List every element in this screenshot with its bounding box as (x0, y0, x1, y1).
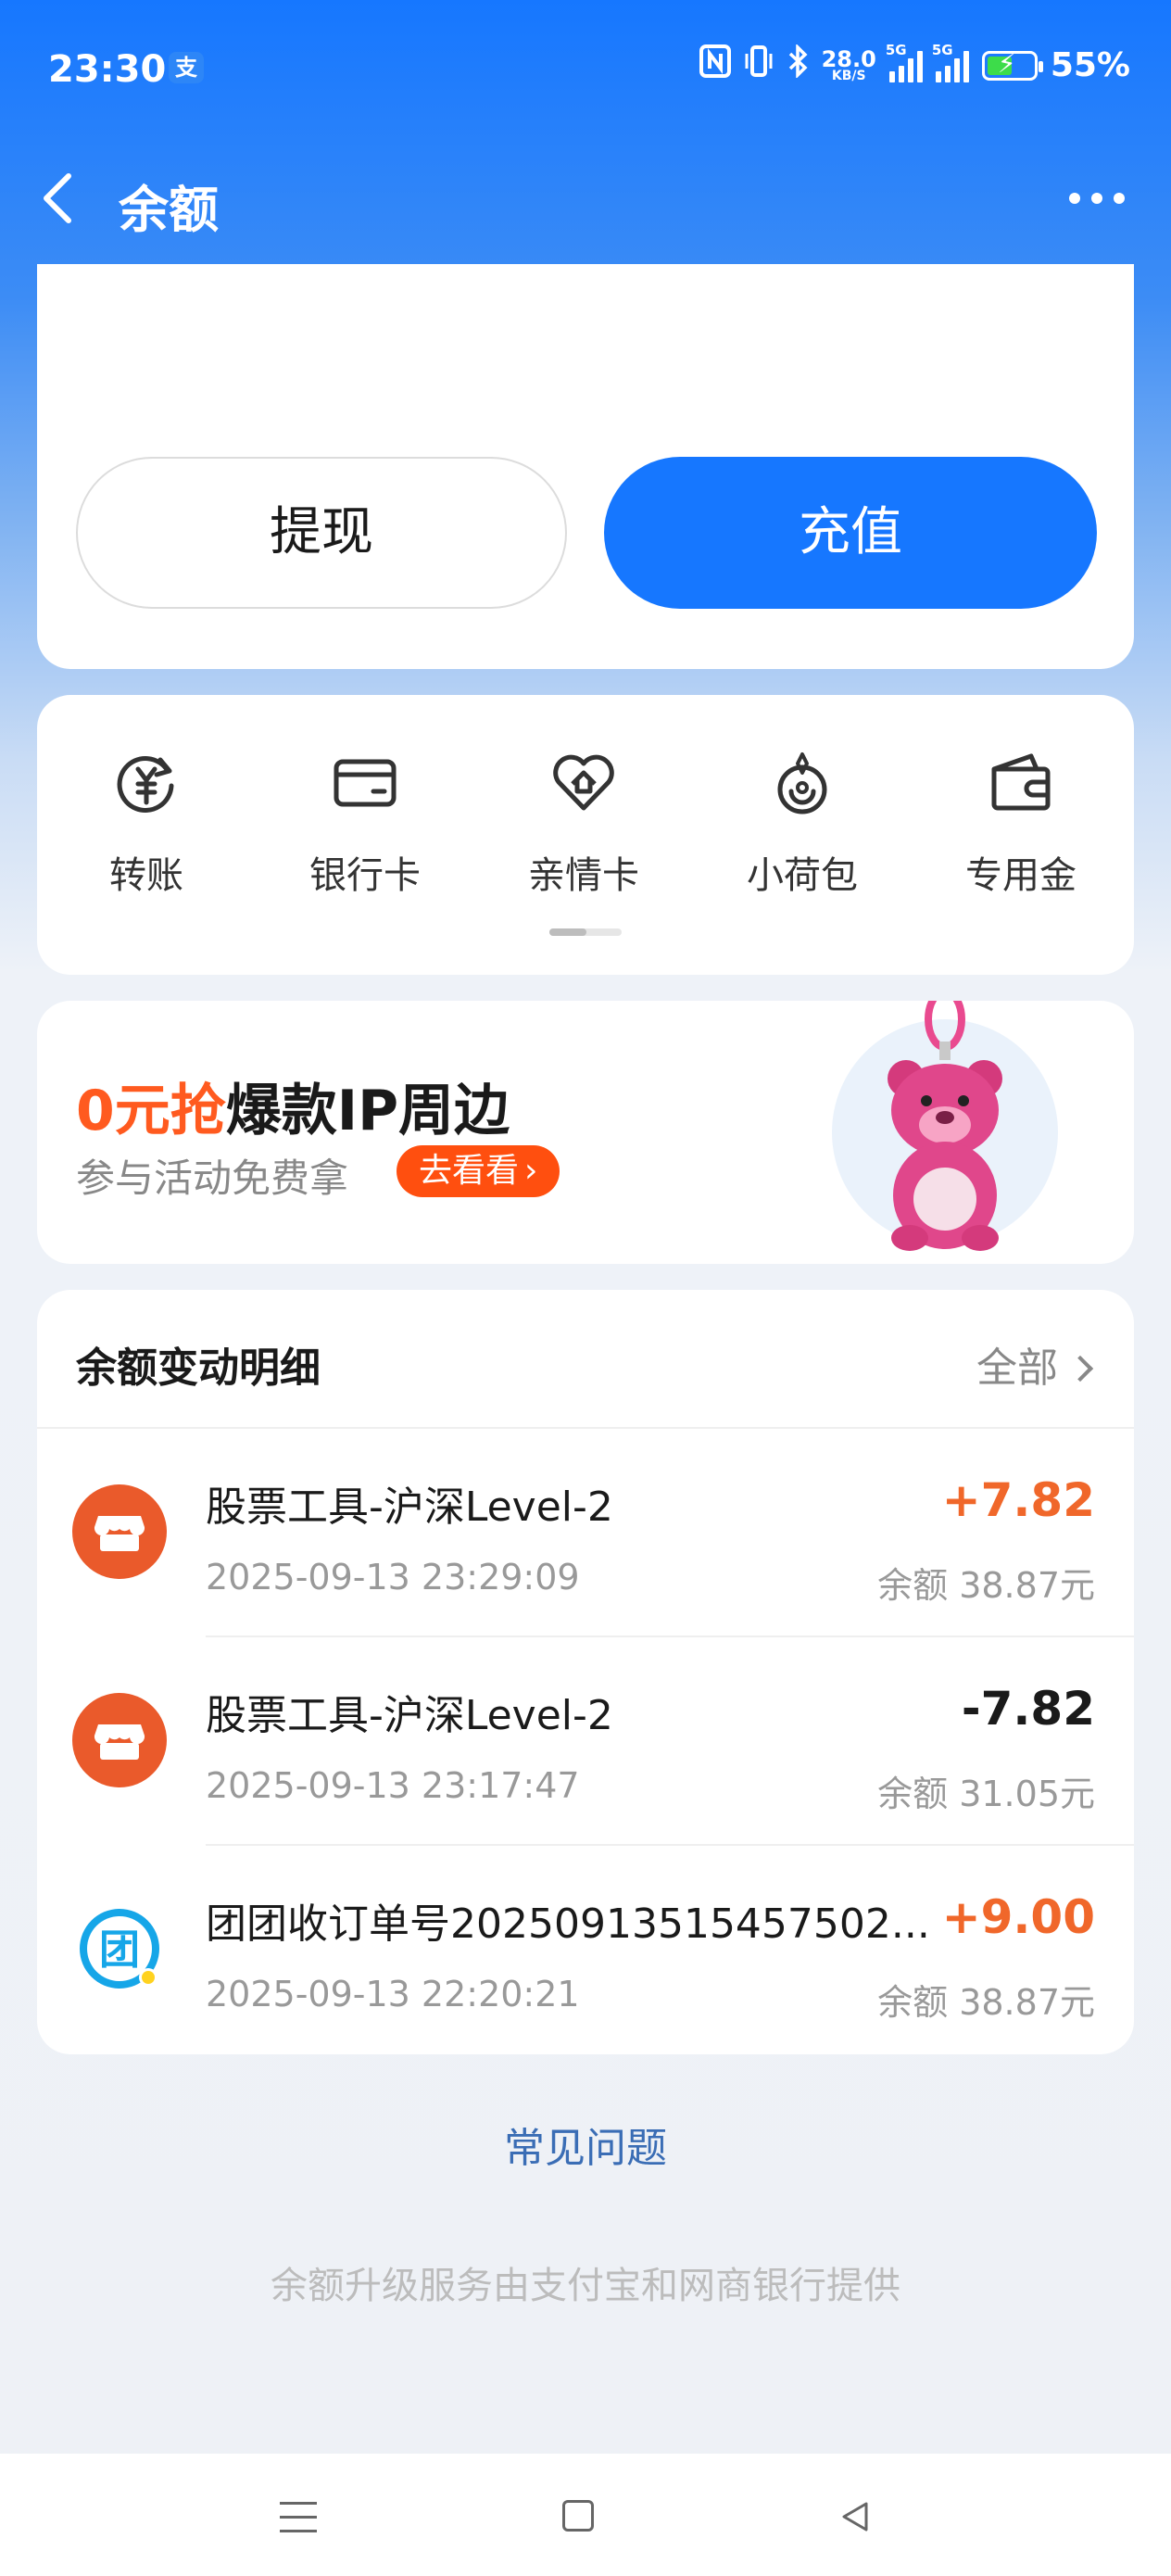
view-all-link[interactable]: 全部 (976, 1334, 1094, 1394)
ledger-header: 余额变动明细 全部 (37, 1290, 1134, 1429)
store-icon (72, 1484, 167, 1579)
transaction-row[interactable]: 股票工具-沪深Level-2 2025-09-13 23:29:09 +7.82… (37, 1429, 1134, 1637)
system-back-icon[interactable] (837, 2498, 874, 2535)
signal-tag-2: 5G (931, 41, 953, 58)
signal-icon-2: 5G (932, 42, 969, 82)
transaction-name: 股票工具-沪深Level-2 (206, 1484, 613, 1531)
promo-banner[interactable]: 0元抢爆款IP周边 参与活动免费拿 去看看 › (37, 1001, 1134, 1264)
transfer-icon (112, 749, 181, 817)
action-label: 亲情卡 (528, 854, 639, 897)
page-title: 余额 (119, 181, 219, 239)
transaction-row[interactable]: 股票工具-沪深Level-2 2025-09-13 23:17:47 -7.82… (37, 1637, 1134, 1846)
chevron-right-icon: › (524, 1152, 538, 1190)
bank-card-icon (331, 749, 399, 817)
status-bar: 23:30 支 28.0 KB/S 5G 5G ⚡ 55% (0, 0, 1171, 139)
action-label: 转账 (109, 854, 183, 897)
signal-tag: 5G (885, 41, 907, 58)
bear-keychain-image (806, 1001, 1084, 1264)
balance-changes-card: 余额变动明细 全部 股票工具-沪深Level-2 2025-09-13 23:2… (37, 1290, 1134, 2054)
vibrate-icon (744, 44, 774, 86)
transaction-balance: 余额 38.87元 (877, 1982, 1095, 2023)
faq-link[interactable]: 常见问题 (0, 2115, 1171, 2174)
promo-go-button[interactable]: 去看看 › (397, 1145, 560, 1197)
charging-bolt-icon: ⚡ (997, 47, 1016, 79)
ledger-title: 余额变动明细 (76, 1345, 321, 1392)
quick-actions-card: 转账 银行卡 亲情卡 小荷包 专用金 (37, 695, 1134, 975)
transaction-time: 2025-09-13 23:29:09 (206, 1557, 580, 1597)
back-arrow-icon[interactable] (35, 170, 82, 226)
status-time: 23:30 (48, 48, 167, 91)
transaction-name: 团团收订单号20250913515457502... (206, 1900, 930, 1948)
view-all-label: 全部 (976, 1345, 1058, 1392)
withdraw-button[interactable]: 提现 (76, 457, 567, 609)
transaction-time: 2025-09-13 22:20:21 (206, 1974, 580, 2014)
bluetooth-icon (787, 43, 809, 86)
action-dedicated-fund[interactable]: 专用金 (928, 749, 1114, 899)
small-purse-icon (768, 749, 837, 817)
nfc-icon (699, 44, 731, 86)
network-speed-value: 28.0 (821, 45, 876, 72)
promo-title: 0元抢爆款IP周边 (76, 1066, 510, 1146)
alipay-notification-icon: 支 (169, 52, 204, 83)
promo-go-label: 去看看 (419, 1152, 520, 1190)
transaction-balance: 余额 38.87元 (877, 1565, 1095, 1606)
service-provider-note: 余额升级服务由支付宝和网商银行提供 (271, 2265, 900, 2307)
promo-subtitle: 参与活动免费拿 (76, 1155, 349, 1201)
more-options-icon[interactable] (1069, 193, 1125, 204)
recent-apps-icon[interactable] (280, 2502, 317, 2533)
action-label: 小荷包 (747, 854, 858, 897)
network-speed: 28.0 KB/S (821, 45, 876, 82)
action-label: 银行卡 (309, 854, 421, 897)
action-small-purse[interactable]: 小荷包 (710, 749, 895, 899)
transaction-time: 2025-09-13 23:17:47 (206, 1765, 580, 1806)
home-icon[interactable] (562, 2500, 594, 2532)
status-icons: 28.0 KB/S 5G 5G ⚡ 55% (699, 42, 1130, 86)
transaction-amount: +9.00 (941, 1890, 1095, 1944)
action-label: 专用金 (965, 854, 1077, 897)
action-bank-card[interactable]: 银行卡 (272, 749, 458, 899)
svg-text:团: 团 (99, 1926, 140, 1974)
transaction-row[interactable]: 团 团团收订单号20250913515457502... 2025-09-13 … (37, 1846, 1134, 2054)
system-navigation-bar (0, 2454, 1171, 2576)
store-icon (72, 1693, 167, 1787)
battery-percent: 55% (1050, 46, 1130, 84)
nav-bar: 余额 (0, 158, 1171, 241)
action-transfer[interactable]: 转账 (54, 749, 239, 899)
transaction-name: 股票工具-沪深Level-2 (206, 1692, 613, 1739)
recharge-button[interactable]: 充值 (604, 457, 1097, 609)
transaction-amount: -7.82 (961, 1682, 1095, 1736)
family-card-icon (549, 749, 618, 817)
chevron-right-icon (1066, 1355, 1094, 1383)
transaction-balance: 余额 31.05元 (877, 1774, 1095, 1814)
dedicated-fund-icon (987, 749, 1055, 817)
signal-icon: 5G (886, 42, 923, 82)
promo-title-rest: 爆款IP周边 (225, 1079, 510, 1143)
tuantuan-icon: 团 (72, 1901, 167, 1996)
battery-charging-icon: ⚡ (981, 47, 1043, 81)
balance-card: 提现 充值 (37, 264, 1134, 669)
transaction-amount: +7.82 (941, 1473, 1095, 1527)
action-family-card[interactable]: 亲情卡 (491, 749, 676, 899)
promo-title-highlight: 0元抢 (76, 1079, 226, 1143)
scroll-indicator (549, 928, 622, 936)
